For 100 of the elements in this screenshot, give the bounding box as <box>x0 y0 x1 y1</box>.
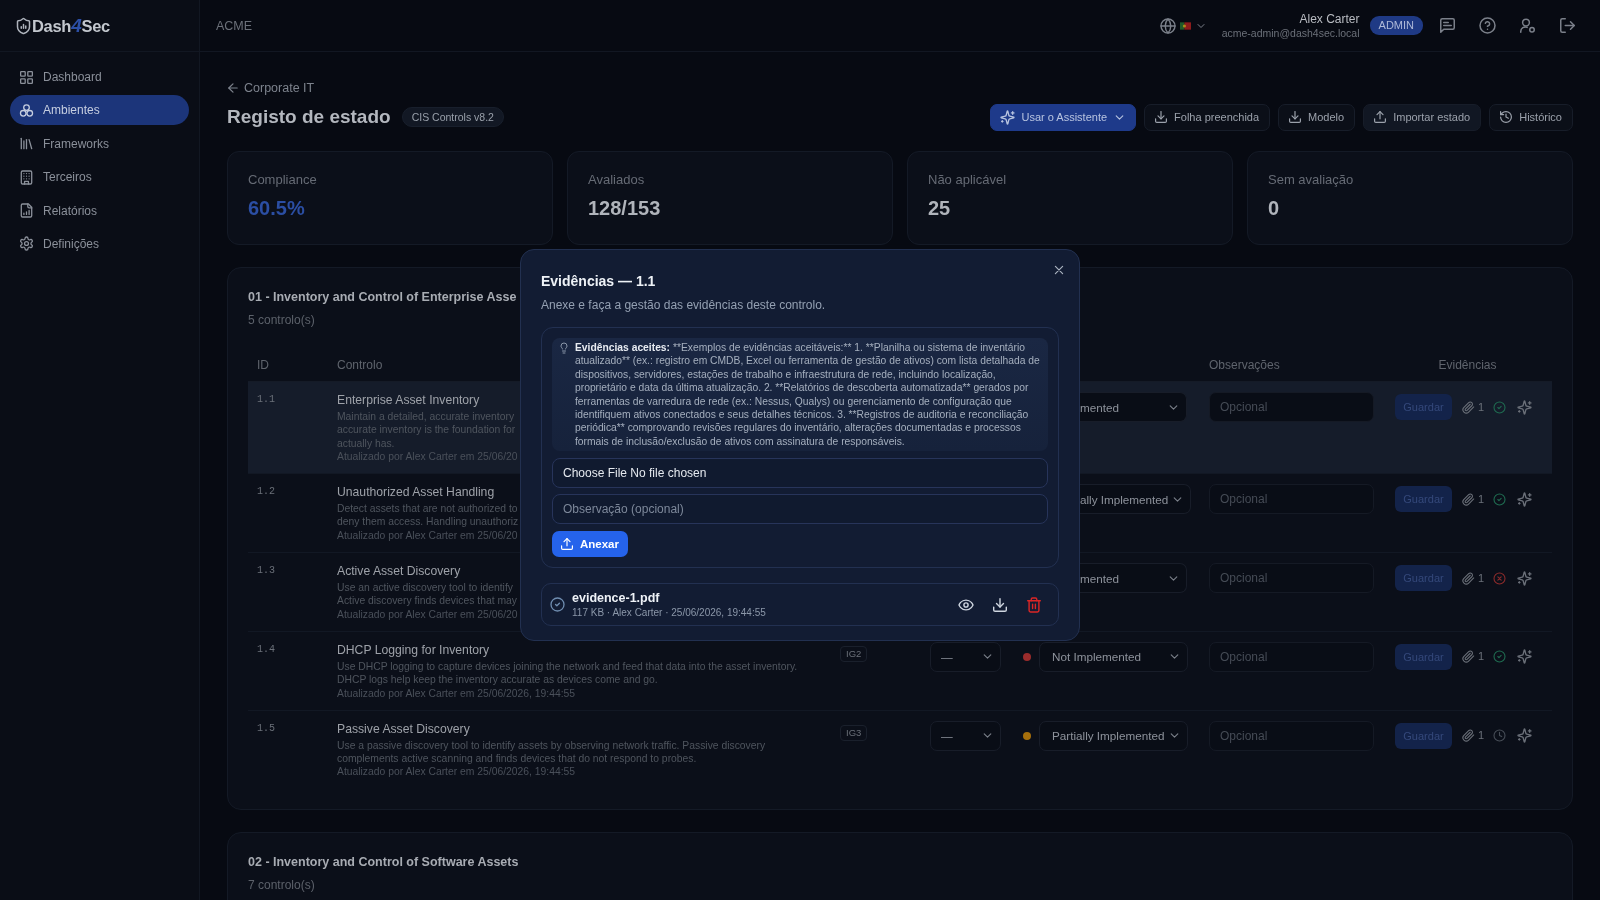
sparkles-icon[interactable] <box>1518 650 1532 664</box>
sparkles-icon[interactable] <box>1518 492 1532 506</box>
updated-text: Atualizado por Alex Carter em 25/06/2026, 19:44:55 <box>337 765 576 779</box>
check-circle-icon <box>1494 651 1506 663</box>
status-select[interactable]: mented <box>1080 563 1187 594</box>
x-circle-icon <box>1494 572 1506 584</box>
close-icon[interactable] <box>1053 264 1065 276</box>
attachments-button[interactable]: 1 <box>1463 571 1485 585</box>
attachments-button[interactable]: 1 <box>1463 492 1485 506</box>
download-button[interactable]: Modelo <box>1278 103 1356 131</box>
upload-icon <box>1374 111 1387 123</box>
description-line: DHCP logs help keep the inventory accurate as devices come and go. <box>337 673 658 687</box>
sparkles-icon[interactable] <box>1518 571 1532 585</box>
sparkles-icon[interactable] <box>1518 400 1532 414</box>
paperclip-icon <box>1463 493 1474 505</box>
attachments-button[interactable]: 1 <box>1463 400 1485 414</box>
maturity-select[interactable]: — <box>930 641 1001 672</box>
history-icon <box>1500 111 1513 123</box>
status-select[interactable]: ally Implemented <box>1080 484 1192 515</box>
download-icon <box>1155 111 1168 123</box>
updated-text: Atualizado por Alex Carter em 25/06/2026, 19:44:55 <box>337 686 576 700</box>
control-id: 1.4 <box>257 642 275 657</box>
stat-label: Compliance <box>248 172 317 188</box>
stat-value: 128/153 <box>588 196 661 220</box>
lightbulb-icon <box>559 342 569 354</box>
column-header: Observações <box>1209 357 1280 372</box>
nav-item[interactable]: Definições <box>10 228 189 259</box>
attachments-button[interactable]: 1 <box>1463 729 1485 743</box>
grid-icon <box>20 70 33 84</box>
check-circle-icon <box>551 598 564 612</box>
check-circle-icon <box>1494 401 1506 413</box>
nav-item[interactable]: Frameworks <box>10 128 189 159</box>
flag-icon <box>1179 21 1191 30</box>
updated-text: Atualizado por Alex Carter em 25/06/20 <box>337 607 518 621</box>
control-title: DHCP Logging for Inventory <box>337 641 490 658</box>
nav-item[interactable]: Terceiros <box>10 162 189 193</box>
stat-value: 25 <box>928 196 951 220</box>
logout-icon[interactable] <box>1560 18 1575 33</box>
description-line: Detect assets that are not authorized to <box>337 502 518 516</box>
column-header: Controlo <box>337 357 383 372</box>
attachments-button[interactable]: 1 <box>1463 650 1485 664</box>
note-input[interactable]: Observação (opcional) <box>552 494 1048 525</box>
ig-tag: IG2 <box>840 645 868 662</box>
trash-icon[interactable] <box>1027 597 1041 612</box>
assistant-button[interactable]: Usar o Assistente <box>990 103 1137 131</box>
download-button[interactable]: Folha preenchida <box>1144 103 1271 131</box>
notes-input[interactable]: Opcional <box>1209 641 1374 672</box>
download-icon[interactable] <box>993 597 1007 612</box>
control-title: Passive Asset Discovery <box>337 720 470 737</box>
description-line: Use an active discovery tool to identify <box>337 581 513 595</box>
maturity-select[interactable]: — <box>930 720 1001 751</box>
column-header: ID <box>257 357 269 372</box>
hint-text: Evidências aceites: **Exemplos de evidências aceitáveis:** 1. **Planilha ou sistema de inventário atualizado** (ex.: registro em CMDB, Excel ou ferramenta de gestão de ativos) com lista detalhada de dispositivos, servidores, estações de trabalho e infraestrutura de rede, incluindo localização, proprietário e data da última atualização. 2. **Relatórios de descoberta automatizada** gerados por ferramentas de varredura de rede (ex.: Nessus, Qualys) ou gerenciamento de configuração que identifiquem ativos conectados e seus detalhes técnicos. 3. **Registros de auditoria e reconciliação periódica** comprovando revisões regulares do inventário, alterações documentadas e processos formais de inclusão/exclusão de ativos com assinatura de responsáveis. <box>575 341 1040 449</box>
clock-icon <box>1494 730 1506 742</box>
section-title: 01 - Inventory and Control of Enterprise Asse <box>248 289 517 306</box>
file-meta: 117 KB · Alex Carter · 25/06/2026, 19:44:55 <box>572 605 766 619</box>
stat-label: Sem avaliação <box>1268 172 1354 188</box>
notes-input[interactable]: Opcional <box>1209 392 1374 422</box>
stat-label: Avaliados <box>588 172 645 188</box>
file-input[interactable]: Choose File No file chosen <box>552 458 1048 489</box>
updated-text: Atualizado por Alex Carter em 25/06/20 <box>337 528 518 543</box>
nav-item[interactable]: Dashboard <box>10 62 189 92</box>
paperclip-icon <box>1463 572 1474 584</box>
back-link[interactable]: Corporate IT <box>227 80 315 96</box>
books-icon <box>20 137 33 151</box>
control-title: Unauthorized Asset Handling <box>337 484 495 501</box>
status-select[interactable]: mented <box>1080 392 1187 422</box>
nav-item[interactable]: Relatórios <box>10 195 189 226</box>
description-line: Use a passive discovery tool to identify assets by observing network traffic. Passive discovery <box>337 738 766 753</box>
language-button[interactable] <box>1160 18 1206 33</box>
notes-input[interactable]: Opcional <box>1209 563 1374 594</box>
stat-value: 0 <box>1268 196 1280 220</box>
message-icon[interactable] <box>1440 18 1455 33</box>
control-id: 1.1 <box>257 393 275 407</box>
eye-icon[interactable] <box>959 597 973 612</box>
status-select[interactable]: Not Implemented <box>1039 641 1188 672</box>
stat-value: 60.5% <box>248 196 305 220</box>
nav-item[interactable]: Ambientes <box>10 95 189 126</box>
help-icon[interactable] <box>1480 18 1495 33</box>
import-button[interactable]: Importar estado <box>1363 103 1482 131</box>
control-title: Enterprise Asset Inventory <box>337 392 480 408</box>
page-title: Registo de estado <box>227 105 391 129</box>
user-icon[interactable] <box>1520 18 1535 33</box>
user-name: Alex Carter <box>1299 11 1360 27</box>
tenant-name: ACME <box>216 18 253 33</box>
framework-tag: CIS Controls v8.2 <box>401 107 504 127</box>
check-circle-icon <box>1494 493 1506 505</box>
section-count: 7 controlo(s) <box>248 876 315 893</box>
logo-text: Dash4Sec <box>32 14 110 37</box>
column-header: Evidências <box>1438 357 1497 372</box>
history-button[interactable]: Histórico <box>1489 103 1573 131</box>
user-email: acme-admin@dash4sec.local <box>1221 26 1360 40</box>
sparkles-icon[interactable] <box>1518 729 1532 743</box>
attach-button[interactable]: Anexar <box>552 531 628 558</box>
notes-input[interactable]: Opcional <box>1209 484 1374 515</box>
description-line: deny them access. Handling unauthoriz <box>337 515 519 529</box>
section-count: 5 controlo(s) <box>248 312 315 328</box>
notes-input[interactable]: Opcional <box>1209 720 1374 751</box>
status-select[interactable]: Partially Implemented <box>1039 720 1188 751</box>
dialog-subtitle: Anexe e faça a gestão das evidências deste controlo. <box>541 297 826 313</box>
